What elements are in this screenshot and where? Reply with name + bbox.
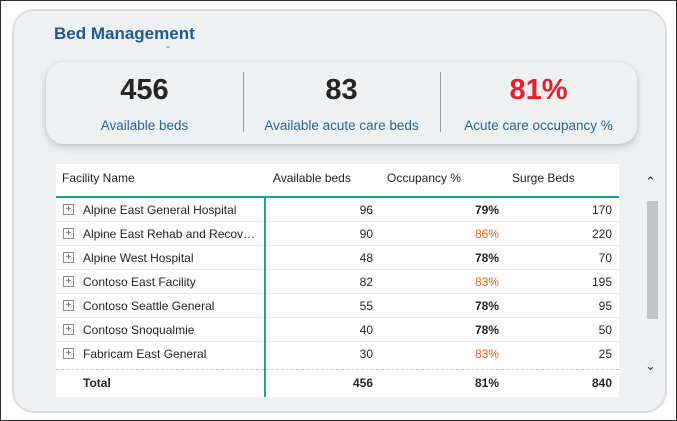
facility-table: Facility Name Available beds Occupancy %… xyxy=(56,164,619,397)
kpi-acute-care-beds: 83 Available acute care beds xyxy=(243,62,440,144)
column-header-occupancy[interactable]: Occupancy % xyxy=(387,171,461,185)
occupancy-cell: 83% xyxy=(474,347,499,361)
total-divider xyxy=(56,369,619,370)
facility-name: Alpine East General Hospital xyxy=(83,203,237,217)
available-beds-cell: 55 xyxy=(359,299,373,313)
plus-square-icon[interactable]: + xyxy=(63,324,74,335)
surge-beds-cell: 220 xyxy=(591,227,612,241)
surge-beds-cell: 50 xyxy=(598,323,612,337)
facility-name: Contoso Snoqualmie xyxy=(83,323,195,337)
table-row[interactable]: + Alpine West Hospital 48 78% 70 xyxy=(56,246,619,270)
column-header-facility-name[interactable]: Facility Name xyxy=(62,171,135,185)
surge-beds-cell: 25 xyxy=(598,347,612,361)
kpi-label: Available beds xyxy=(100,118,189,133)
available-beds-cell: 90 xyxy=(359,227,373,241)
surge-beds-cell: 95 xyxy=(598,299,612,313)
table-row[interactable]: + Alpine East Rehab and Recov… 90 86% 22… xyxy=(56,222,619,246)
occupancy-cell: 78% xyxy=(474,299,499,313)
surge-beds-cell: 170 xyxy=(591,203,612,217)
table-row[interactable]: + Alpine East General Hospital 96 79% 17… xyxy=(56,198,619,222)
plus-square-icon[interactable]: + xyxy=(63,300,74,311)
kpi-value: 81% xyxy=(509,74,568,106)
plus-square-icon[interactable]: + xyxy=(63,276,74,287)
available-beds-cell: 30 xyxy=(359,347,373,361)
column-header-available-beds[interactable]: Available beds xyxy=(273,171,351,185)
available-beds-cell: 96 xyxy=(359,203,373,217)
kpi-value: 456 xyxy=(120,74,169,106)
total-row: Total 456 81% 840 xyxy=(56,373,619,395)
table-row[interactable]: + Contoso Snoqualmie 40 78% 50 xyxy=(56,318,619,342)
total-label: Total xyxy=(83,376,111,390)
surge-beds-cell: 70 xyxy=(598,251,612,265)
kpi-acute-care-occupancy: 81% Acute care occupancy % xyxy=(440,62,637,144)
kpi-label: Available acute care beds xyxy=(264,118,419,133)
plus-square-icon[interactable]: + xyxy=(63,204,74,215)
facility-name: Alpine East Rehab and Recov… xyxy=(83,227,256,241)
available-beds-cell: 40 xyxy=(359,323,373,337)
scrollbar-thumb[interactable] xyxy=(647,201,658,319)
kpi-label: Acute care occupancy % xyxy=(464,118,613,133)
occupancy-cell: 86% xyxy=(474,227,499,241)
chevron-down-icon[interactable]: ⌄ xyxy=(645,358,656,374)
facility-name: Contoso Seattle General xyxy=(83,299,215,313)
table-row[interactable]: + Contoso East Facility 82 83% 195 xyxy=(56,270,619,294)
plus-square-icon[interactable]: + xyxy=(63,252,74,263)
plus-square-icon[interactable]: + xyxy=(63,348,74,359)
occupancy-cell: 83% xyxy=(474,275,499,289)
page-title: Bed Management xyxy=(54,24,195,43)
facility-name: Alpine West Hospital xyxy=(83,251,194,265)
chevron-up-icon[interactable]: ⌃ xyxy=(645,174,656,190)
column-divider xyxy=(264,198,266,397)
occupancy-cell: 79% xyxy=(474,203,499,217)
facility-name: Contoso East Facility xyxy=(83,275,196,289)
available-beds-cell: 48 xyxy=(359,251,373,265)
occupancy-cell: 78% xyxy=(474,323,499,337)
kpi-card: 456 Available beds 83 Available acute ca… xyxy=(46,62,637,144)
column-header-surge-beds[interactable]: Surge Beds xyxy=(512,171,575,185)
kpi-available-beds: 456 Available beds xyxy=(46,62,243,144)
kpi-value: 83 xyxy=(325,74,358,106)
table-row[interactable]: + Contoso Seattle General 55 78% 95 xyxy=(56,294,619,318)
total-available-beds: 456 xyxy=(352,376,373,390)
title-drag-handle[interactable] xyxy=(166,46,170,48)
facility-name: Fabricam East General xyxy=(83,347,207,361)
total-surge-beds: 840 xyxy=(591,376,612,390)
occupancy-cell: 78% xyxy=(474,251,499,265)
surge-beds-cell: 195 xyxy=(591,275,612,289)
plus-square-icon[interactable]: + xyxy=(63,228,74,239)
table-row[interactable]: + Fabricam East General 30 83% 25 xyxy=(56,342,619,366)
available-beds-cell: 82 xyxy=(359,275,373,289)
total-occupancy: 81% xyxy=(474,376,499,390)
